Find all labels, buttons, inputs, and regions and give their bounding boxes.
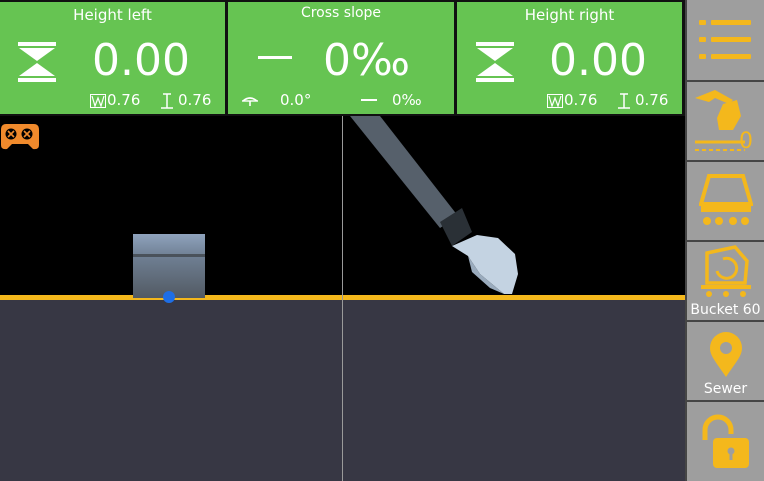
excavator-count: 0 [739, 129, 753, 154]
cross-slope-title: Cross slope [300, 5, 382, 21]
tilt-angle-value: 0.0° [280, 91, 312, 109]
sewer-label: Sewer [703, 381, 748, 397]
machine-view-button[interactable] [687, 162, 764, 240]
target-slope-icon [361, 99, 377, 101]
slope-line-icon [258, 56, 292, 59]
height-left-value: 0.00 [92, 35, 190, 86]
machine-view-icon [699, 174, 753, 225]
excavator-bucket-model [350, 116, 518, 294]
height-target-icon [476, 42, 514, 82]
height-right-title: Height right [524, 6, 615, 24]
height-tolerance-icon [161, 93, 173, 109]
width-tolerance-icon [547, 94, 563, 108]
bucket-calibration-icon [701, 245, 751, 297]
cross-slope-panel[interactable]: Cross slope 0‰ 0.0° 0‰ [228, 2, 454, 114]
height-tolerance-icon [618, 93, 630, 109]
menu-icon [699, 20, 751, 59]
height-right-tolerance-b: 0.76 [635, 91, 669, 109]
height-left-panel[interactable]: Height left 0.00 0.76 0.76 [0, 2, 225, 114]
height-left-tolerance-a: 0.76 [107, 91, 141, 109]
sewer-button[interactable]: Sewer [687, 322, 764, 400]
height-left-title: Height left [73, 6, 152, 24]
cross-slope-value: 0‰ [323, 35, 411, 86]
width-tolerance-icon [90, 94, 106, 108]
height-right-panel[interactable]: Height right 0.00 0.76 0.76 [457, 2, 682, 114]
bucket-label: Bucket 60 [690, 302, 761, 318]
unlock-icon [702, 414, 749, 468]
menu-button[interactable] [687, 0, 764, 80]
height-target-icon [18, 42, 56, 82]
gamepad-icon[interactable] [0, 121, 40, 151]
bucket-button[interactable]: Bucket 60 [687, 242, 764, 320]
machine-model [133, 234, 205, 303]
excavator-button[interactable]: 0 [687, 82, 764, 160]
lock-button[interactable] [687, 402, 764, 481]
map-pin-icon [710, 332, 742, 377]
tilt-icon [242, 97, 258, 106]
height-left-tolerance-b: 0.76 [178, 91, 212, 109]
height-right-tolerance-a: 0.76 [564, 91, 598, 109]
height-right-value: 0.00 [549, 35, 647, 86]
position-marker [163, 291, 175, 303]
target-slope-value: 0‰ [392, 91, 422, 109]
